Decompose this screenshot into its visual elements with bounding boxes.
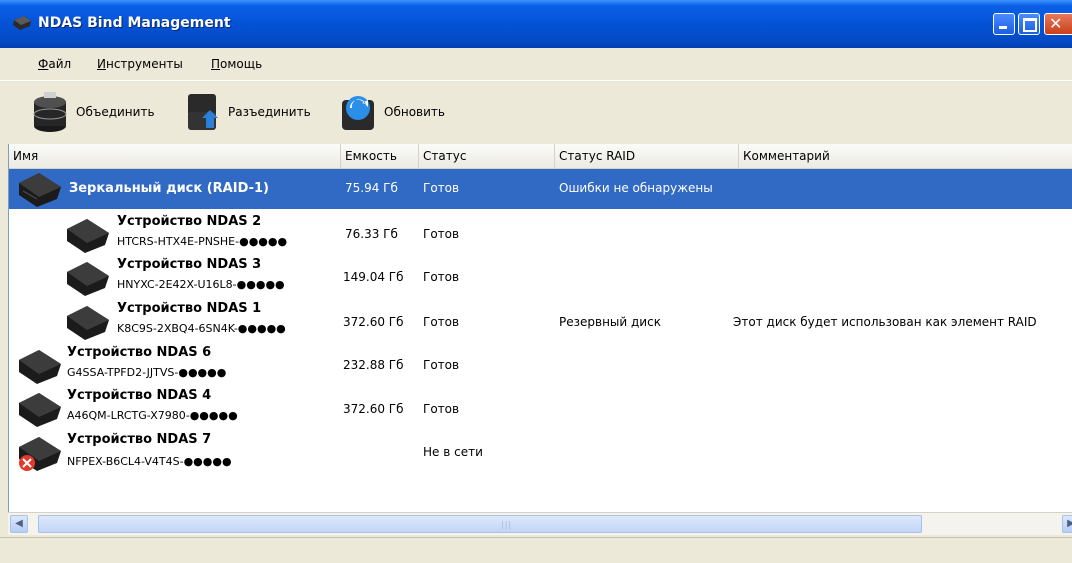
ndas-device-offline-icon xyxy=(19,437,61,471)
column-header-capacity[interactable]: Емкость xyxy=(341,144,419,168)
menu-tools[interactable]: Инструменты xyxy=(97,57,183,71)
unbind-button[interactable]: Разъединить xyxy=(182,89,311,135)
row-name: Устройство NDAS 7 xyxy=(67,432,212,447)
row-capacity: 372.60 Гб xyxy=(343,315,404,329)
table-row[interactable]: Устройство NDAS 3 HNYXC-2E42X-U16L8-●●●●… xyxy=(9,256,1072,298)
ndas-bind-management-window: NDAS Bind Management Файл Инструменты По… xyxy=(0,0,1072,563)
menu-help-label: омощь xyxy=(220,57,263,71)
refresh-button-label: Обновить xyxy=(384,105,445,119)
row-raid-status: Ошибки не обнаружены xyxy=(559,181,713,195)
menu-help-accel: П xyxy=(211,57,221,71)
ndas-device-icon xyxy=(67,219,109,253)
row-name: Зеркальный диск (RAID-1) xyxy=(69,181,269,196)
row-status: Готов xyxy=(423,358,460,372)
status-bar xyxy=(0,537,1072,563)
row-capacity: 75.94 Гб xyxy=(345,181,398,195)
row-name: Устройство NDAS 6 xyxy=(67,345,212,360)
table-row[interactable]: Устройство NDAS 6 G4SSA-TPFD2-JJTVS-●●●●… xyxy=(9,344,1072,386)
title-bar[interactable]: NDAS Bind Management xyxy=(0,0,1072,48)
row-capacity: 76.33 Гб xyxy=(345,227,398,241)
row-status: Не в сети xyxy=(423,445,483,459)
column-header-name[interactable]: Имя xyxy=(9,144,341,168)
row-device-id: A46QM-LRCTG-X7980-●●●●● xyxy=(67,409,238,422)
row-status: Готов xyxy=(423,227,460,241)
row-raid-status: Резервный диск xyxy=(559,315,661,329)
row-name: Устройство NDAS 4 xyxy=(67,388,212,403)
ndas-device-icon xyxy=(19,393,61,427)
window-title: NDAS Bind Management xyxy=(38,15,231,31)
menu-tools-label: нструменты xyxy=(105,57,183,71)
close-button[interactable] xyxy=(1044,13,1072,35)
column-header-status[interactable]: Статус xyxy=(419,144,555,168)
menu-help[interactable]: Помощь xyxy=(211,57,262,71)
row-name: Устройство NDAS 3 xyxy=(117,257,262,272)
table-row[interactable]: Устройство NDAS 2 HTCRS-HTX4E-PNSHE-●●●●… xyxy=(9,213,1072,255)
table-row[interactable]: Зеркальный диск (RAID-1) 75.94 Гб Готов … xyxy=(9,169,1072,209)
row-capacity: 149.04 Гб xyxy=(343,270,404,284)
refresh-button[interactable]: Обновить xyxy=(338,89,445,135)
ndas-device-icon xyxy=(67,306,109,340)
row-status: Готов xyxy=(423,315,460,329)
scroll-left-button[interactable]: ◀ xyxy=(10,515,28,533)
row-capacity: 232.88 Гб xyxy=(343,358,404,372)
row-device-id: HTCRS-HTX4E-PNSHE-●●●●● xyxy=(117,235,288,248)
row-status: Готов xyxy=(423,402,460,416)
row-status: Готов xyxy=(423,181,460,195)
raid-disk-icon xyxy=(19,173,61,207)
maximize-button[interactable] xyxy=(1018,13,1040,35)
column-header-raid-status[interactable]: Статус RAID xyxy=(555,144,739,168)
menu-file-accel: Ф xyxy=(38,57,49,71)
ndas-device-icon xyxy=(19,350,61,384)
row-device-id: HNYXC-2E42X-U16L8-●●●●● xyxy=(117,278,285,291)
bind-disks-icon xyxy=(33,92,67,132)
bind-button-label: Объединить xyxy=(76,105,155,119)
unbind-disks-icon xyxy=(188,94,218,130)
device-list[interactable]: Имя Емкость Статус Статус RAID Комментар… xyxy=(8,144,1072,534)
table-row[interactable]: Устройство NDAS 7 NFPEX-B6CL4-V4T4S-●●●●… xyxy=(9,431,1072,475)
menu-bar: Файл Инструменты Помощь xyxy=(0,48,1072,80)
scrollbar-thumb[interactable]: ||| xyxy=(38,515,922,533)
menu-file[interactable]: Файл xyxy=(38,57,71,71)
menu-tools-accel: И xyxy=(97,57,106,71)
scrollbar-grip: ||| xyxy=(501,520,513,529)
row-comment: Этот диск будет использован как элемент … xyxy=(733,315,1037,329)
row-device-id: NFPEX-B6CL4-V4T4S-●●●●● xyxy=(67,455,232,468)
menu-file-label: айл xyxy=(48,57,72,71)
row-status: Готов xyxy=(423,270,460,284)
minimize-button[interactable] xyxy=(993,13,1015,35)
horizontal-scrollbar[interactable]: ◀ ||| ▶ xyxy=(8,512,1072,535)
column-header-comment[interactable]: Комментарий xyxy=(739,144,1072,168)
refresh-icon xyxy=(342,96,374,130)
ndas-app-icon xyxy=(13,16,31,30)
table-row[interactable]: Устройство NDAS 1 K8C9S-2XBQ4-6SN4K-●●●●… xyxy=(9,300,1072,344)
table-row[interactable]: Устройство NDAS 4 A46QM-LRCTG-X7980-●●●●… xyxy=(9,387,1072,429)
list-header: Имя Емкость Статус Статус RAID Комментар… xyxy=(9,144,1072,169)
row-device-id: K8C9S-2XBQ4-6SN4K-●●●●● xyxy=(117,322,286,335)
row-device-id: G4SSA-TPFD2-JJTVS-●●●●● xyxy=(67,366,227,379)
unbind-button-label: Разъединить xyxy=(228,105,311,119)
bind-button[interactable]: Объединить xyxy=(30,89,155,135)
ndas-device-icon xyxy=(67,262,109,296)
row-name: Устройство NDAS 2 xyxy=(117,214,262,229)
toolbar: Объединить Разъединить Обновить xyxy=(0,80,1072,145)
row-capacity: 372.60 Гб xyxy=(343,402,404,416)
row-name: Устройство NDAS 1 xyxy=(117,301,262,316)
scroll-right-button[interactable]: ▶ xyxy=(1062,515,1072,533)
